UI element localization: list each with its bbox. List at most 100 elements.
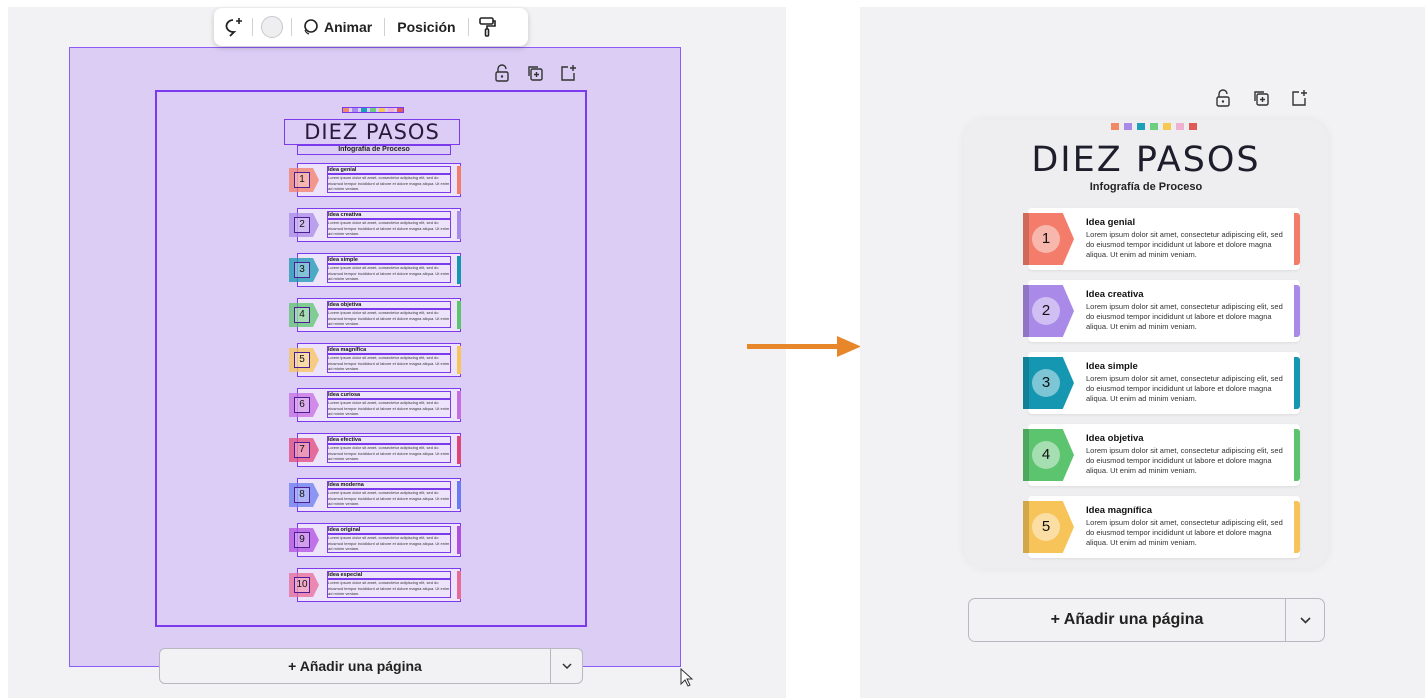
infographic-page[interactable]: DIEZ PASOS Infografía de Proceso 1 Idea g… [964, 120, 1328, 568]
add-page-icon[interactable] [559, 64, 577, 82]
chevron-down-icon[interactable] [1285, 599, 1324, 641]
mini-color-dot [370, 108, 376, 112]
mini-step-description: Lorem ipsum dolor sit amet, consectetur … [327, 174, 451, 193]
step-number: 1 [1032, 225, 1060, 253]
step-number: 4 [1032, 441, 1060, 469]
mini-step-accent-bar [457, 436, 461, 464]
mini-color-dot [388, 108, 394, 112]
color-swatch-icon[interactable] [261, 8, 283, 46]
animate-button[interactable]: Animar [300, 8, 376, 46]
mini-step-accent-bar [457, 571, 461, 599]
step-description: Lorem ipsum dolor sit amet, consectetur … [1086, 302, 1283, 331]
process-step[interactable]: 2 Idea creativa Lorem ipsum dolor sit amet… [1023, 280, 1300, 342]
mini-step-accent-bar [457, 526, 461, 554]
step-badge-tab [1023, 501, 1029, 553]
mini-subtitle: Infografía de Proceso [297, 145, 451, 155]
mini-step-title: Idea magnífica [327, 346, 451, 354]
mini-step-description: Lorem ipsum dolor sit amet, consectetur … [327, 309, 451, 328]
infographic-subtitle: Infografía de Proceso [1089, 181, 1203, 193]
page-thumbnail-selected[interactable]: DIEZ PASOS Infografía de Proceso 1 Idea g… [155, 90, 587, 627]
lock-icon[interactable] [493, 64, 511, 82]
step-badge-tab [1023, 285, 1029, 337]
mini-process-step[interactable]: 5 Idea magnífica Lorem ipsum dolor sit ame… [289, 343, 461, 377]
color-dot [1189, 123, 1197, 130]
mini-title: DIEZ PASOS [284, 119, 460, 145]
mini-color-dot [379, 108, 385, 112]
frame-actions-right [1214, 89, 1308, 107]
floating-toolbar: Animar Posición [214, 8, 528, 46]
mini-step-number: 4 [294, 307, 310, 323]
infographic-title: DIEZ PASOS [1031, 140, 1261, 180]
mini-color-dot [361, 108, 367, 112]
mini-step-accent-bar [457, 166, 461, 194]
step-accent-bar [1294, 357, 1300, 409]
process-step[interactable]: 1 Idea genial Lorem ipsum dolor sit amet, … [1023, 208, 1300, 270]
process-step[interactable]: 3 Idea simple Lorem ipsum dolor sit amet, … [1023, 352, 1300, 414]
toolbar-divider [291, 18, 292, 36]
process-step[interactable]: 5 Idea magnífica Lorem ipsum dolor sit ame… [1023, 496, 1300, 558]
mini-step-title: Idea moderna [327, 481, 451, 489]
step-description: Lorem ipsum dolor sit amet, consectetur … [1086, 446, 1283, 475]
color-dot [1163, 123, 1171, 130]
mini-step-number: 2 [294, 217, 310, 233]
mini-step-accent-bar [457, 391, 461, 419]
step-badge-tab [1023, 213, 1029, 265]
toolbar-divider [384, 18, 386, 36]
step-number: 3 [1032, 369, 1060, 397]
step-description: Lorem ipsum dolor sit amet, consectetur … [1086, 374, 1283, 403]
animate-icon [304, 19, 318, 35]
mini-process-step[interactable]: 2 Idea creativa Lorem ipsum dolor sit amet… [289, 208, 461, 242]
mini-process-step[interactable]: 8 Idea moderna Lorem ipsum dolor sit amet,… [289, 478, 461, 512]
toolbar-divider [252, 18, 253, 36]
duplicate-icon[interactable] [526, 64, 544, 82]
lasso-plus-icon[interactable] [222, 8, 244, 46]
step-number: 2 [1032, 297, 1060, 325]
position-label: Posición [397, 19, 456, 35]
step-description: Lorem ipsum dolor sit amet, consectetur … [1086, 230, 1283, 259]
step-accent-bar [1294, 213, 1300, 265]
mini-step-number: 5 [294, 352, 310, 368]
add-page-button-right[interactable]: + Añadir una página [968, 598, 1325, 642]
animate-label: Animar [324, 19, 373, 35]
step-title: Idea genial [1086, 217, 1136, 228]
color-dots [1111, 123, 1197, 130]
step-accent-bar [1294, 429, 1300, 481]
process-step[interactable]: 4 Idea objetiva Lorem ipsum dolor sit amet… [1023, 424, 1300, 486]
mini-process-step[interactable]: 1 Idea genial Lorem ipsum dolor sit amet, … [289, 163, 461, 197]
mini-step-accent-bar [457, 256, 461, 284]
mini-step-description: Lorem ipsum dolor sit amet, consectetur … [327, 399, 451, 418]
mini-step-title: Idea creativa [327, 211, 451, 219]
mini-process-step[interactable]: 3 Idea simple Lorem ipsum dolor sit amet, … [289, 253, 461, 287]
mini-step-description: Lorem ipsum dolor sit amet, consectetur … [327, 534, 451, 553]
paint-roller-icon[interactable] [477, 8, 497, 46]
mini-color-dot [352, 108, 358, 112]
lock-icon[interactable] [1214, 89, 1232, 107]
duplicate-icon[interactable] [1252, 89, 1270, 107]
frame-actions-left [493, 64, 577, 82]
mini-process-step[interactable]: 4 Idea objetiva Lorem ipsum dolor sit amet… [289, 298, 461, 332]
color-dot [1150, 123, 1158, 130]
mini-color-dots [342, 107, 404, 113]
mini-step-number: 9 [294, 532, 310, 548]
add-page-button-left[interactable]: + Añadir una página [159, 648, 583, 684]
color-dot [1176, 123, 1184, 130]
mini-process-step[interactable]: 10 Idea especial Lorem ipsum dolor sit ame… [289, 568, 461, 602]
step-description: Lorem ipsum dolor sit amet, consectetur … [1086, 518, 1283, 547]
chevron-down-icon[interactable] [550, 649, 582, 683]
mini-process-step[interactable]: 6 Idea curiosa Lorem ipsum dolor sit amet,… [289, 388, 461, 422]
color-dot [1124, 123, 1132, 130]
position-button[interactable]: Posición [393, 8, 459, 46]
mini-step-title: Idea efectiva [327, 436, 451, 444]
mini-step-number: 1 [294, 172, 310, 188]
mini-step-title: Idea curiosa [327, 391, 451, 399]
mini-step-title: Idea especial [327, 571, 451, 579]
mini-step-description: Lorem ipsum dolor sit amet, consectetur … [327, 444, 451, 463]
mini-step-description: Lorem ipsum dolor sit amet, consectetur … [327, 264, 451, 283]
mini-step-number: 6 [294, 397, 310, 413]
mini-step-accent-bar [457, 301, 461, 329]
color-swatch[interactable] [261, 16, 283, 38]
add-page-icon[interactable] [1290, 89, 1308, 107]
mini-process-step[interactable]: 7 Idea efectiva Lorem ipsum dolor sit amet… [289, 433, 461, 467]
mini-process-step[interactable]: 9 Idea original Lorem ipsum dolor sit amet… [289, 523, 461, 557]
mini-step-title: Idea genial [327, 166, 451, 174]
